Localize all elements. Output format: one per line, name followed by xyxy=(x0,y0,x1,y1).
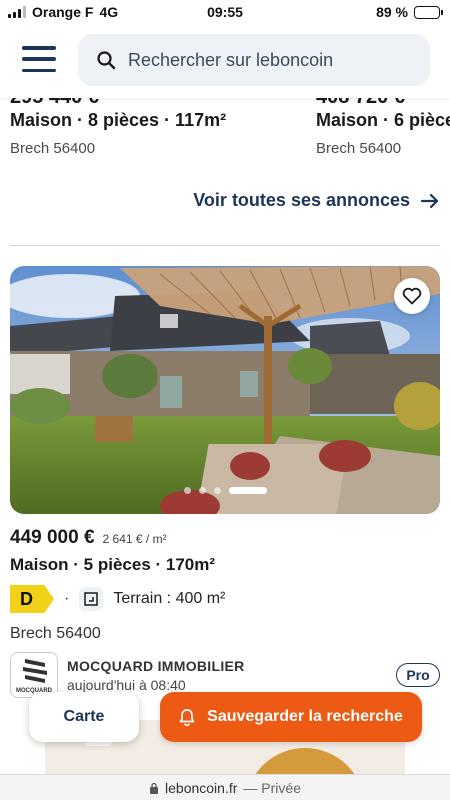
url-domain: leboncoin.fr xyxy=(165,779,238,796)
previous-listings-row: 295 440 € Maison · 8 pièces · 117m² Brec… xyxy=(0,98,450,168)
carousel-dot[interactable] xyxy=(213,487,221,494)
bell-icon xyxy=(179,709,195,726)
carousel-dot[interactable] xyxy=(198,487,206,494)
heart-icon xyxy=(402,287,422,305)
listing-location: Brech 56400 xyxy=(10,625,101,642)
listing-price-row: 449 000 € 2 641 € / m² xyxy=(10,527,167,549)
search-placeholder: Rechercher sur leboncoin xyxy=(128,49,334,70)
status-bar: Orange F 4G 09:55 89 % xyxy=(0,0,450,26)
separator-dot: · xyxy=(64,590,70,607)
see-all-listings-link[interactable]: Voir toutes ses annonces xyxy=(193,190,440,211)
photo-carousel-dots xyxy=(10,487,440,494)
favorite-button[interactable] xyxy=(394,278,430,314)
save-search-label: Sauvegarder la recherche xyxy=(207,708,403,725)
save-search-button[interactable]: Sauvegarder la recherche xyxy=(160,692,422,742)
terrain-label: Terrain : 400 m² xyxy=(113,590,226,607)
terrain-icon xyxy=(79,587,104,611)
listing-photo[interactable] xyxy=(10,266,440,514)
private-mode-label: — Privée xyxy=(243,779,301,796)
listing-location: Brech 56400 xyxy=(10,140,96,157)
posted-date: aujourd'hui à 08:40 xyxy=(67,677,186,693)
carousel-dot[interactable] xyxy=(183,487,191,494)
house-photo xyxy=(10,266,440,514)
dpe-badge: D xyxy=(10,585,54,613)
listing-price: 408 720 € xyxy=(316,98,405,109)
see-all-label: Voir toutes ses annonces xyxy=(193,190,410,210)
listing-features: D · Terrain : 400 m² xyxy=(10,585,225,613)
seller-name: MOCQUARD IMMOBILIER xyxy=(67,658,245,674)
menu-icon[interactable] xyxy=(22,46,56,72)
battery-label: 89 % xyxy=(376,4,408,20)
status-right: 89 % xyxy=(376,4,443,20)
listing-title: Maison · 8 pièces · 117m² xyxy=(10,110,227,130)
search-icon xyxy=(97,51,116,70)
listing-price: 449 000 € xyxy=(10,527,95,548)
listing-title: Maison · 5 pièces · 170m² xyxy=(10,555,216,574)
pro-badge: Pro xyxy=(396,663,440,687)
price-per-sqm: 2 641 € / m² xyxy=(102,532,167,546)
listing-title: Maison · 6 pièces xyxy=(316,110,450,130)
browser-url-bar[interactable]: leboncoin.fr — Privée xyxy=(0,774,450,800)
listing-location: Brech 56400 xyxy=(316,140,402,157)
arrow-right-icon xyxy=(420,193,439,208)
app-header: Rechercher sur leboncoin xyxy=(0,26,450,98)
listing-price: 295 440 € xyxy=(10,98,99,109)
divider xyxy=(10,245,440,246)
lock-icon xyxy=(150,782,159,794)
map-button[interactable]: Carte xyxy=(29,692,139,742)
battery-icon xyxy=(414,5,443,19)
carousel-dot[interactable] xyxy=(228,487,267,494)
search-bar[interactable]: Rechercher sur leboncoin xyxy=(78,34,430,86)
